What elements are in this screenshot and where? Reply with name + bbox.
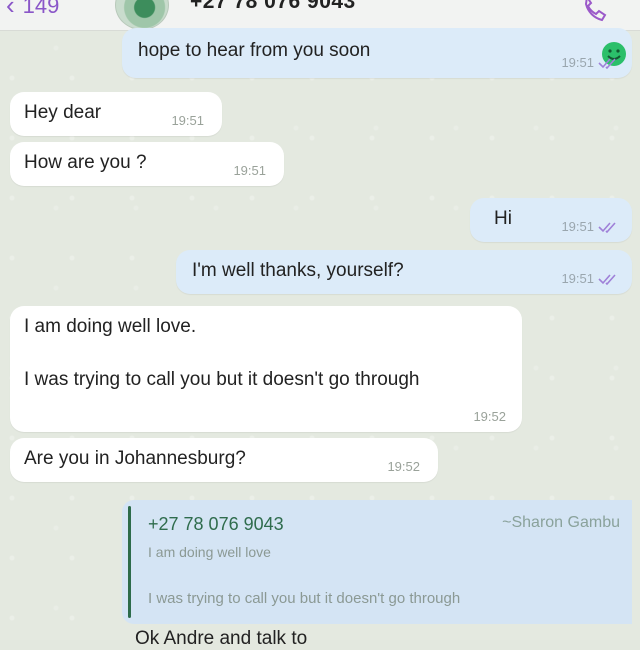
unread-count: 149: [22, 0, 60, 18]
message-time: 19:52: [387, 458, 420, 476]
message-time: 19:51: [561, 54, 620, 72]
timestamp: 19:51: [561, 54, 594, 70]
timestamp: 19:51: [561, 270, 594, 286]
message-time: 19:51: [561, 270, 620, 288]
timestamp: 19:51: [233, 162, 266, 178]
message-text: Hey dear: [24, 102, 102, 123]
message-text: Are you in Johannesburg?: [24, 448, 246, 469]
message-time: 19:51: [171, 112, 204, 130]
double-check-icon: [598, 58, 616, 69]
message-text: I'm well thanks, yourself?: [192, 260, 404, 281]
message-bubble-outgoing[interactable]: Hi 19:51: [470, 198, 632, 242]
chat-header: ‹ 149 +27 78 076 9043: [0, 0, 640, 31]
message-text: hope to hear from you soon: [138, 40, 371, 61]
back-button[interactable]: ‹ 149: [6, 0, 59, 21]
double-check-icon: [598, 222, 616, 233]
message-bubble-incoming[interactable]: How are you ? 19:51: [10, 142, 284, 186]
message-text: Hi: [494, 208, 512, 229]
message-text: I am doing well love. I was trying to ca…: [24, 316, 420, 391]
message-time: 19:52: [473, 408, 506, 426]
message-bubble-incoming[interactable]: I am doing well love. I was trying to ca…: [10, 306, 522, 432]
quote-bar: [128, 506, 131, 618]
message-time: 19:51: [233, 162, 266, 180]
double-check-icon: [598, 274, 616, 285]
quoted-message[interactable]: +27 78 076 9043 ~Sharon Gambu I am doing…: [122, 500, 632, 624]
timestamp: 19:51: [171, 112, 204, 128]
message-text: How are you ?: [24, 152, 147, 173]
quote-alias: ~Sharon Gambu: [502, 514, 620, 531]
reply-text-partial: Ok Andre and talk to: [135, 628, 308, 649]
message-time: 19:51: [561, 218, 620, 236]
phone-icon[interactable]: [578, 0, 608, 24]
message-bubble-incoming[interactable]: Hey dear 19:51: [10, 92, 222, 136]
timestamp: 19:52: [473, 408, 506, 424]
contact-name[interactable]: +27 78 076 9043: [190, 0, 356, 14]
timestamp: 19:51: [561, 218, 594, 234]
quote-line: I am doing well love: [148, 544, 271, 560]
chevron-left-icon: ‹: [6, 0, 15, 20]
avatar[interactable]: [115, 0, 169, 30]
message-bubble-incoming[interactable]: Are you in Johannesburg? 19:52: [10, 438, 438, 482]
message-bubble-outgoing[interactable]: I'm well thanks, yourself? 19:51: [176, 250, 632, 294]
timestamp: 19:52: [387, 458, 420, 474]
quote-author: +27 78 076 9043: [148, 514, 284, 534]
quote-line: I was trying to call you but it doesn't …: [148, 590, 461, 607]
message-bubble-outgoing[interactable]: hope to hear from you soon 19:51: [122, 28, 632, 78]
